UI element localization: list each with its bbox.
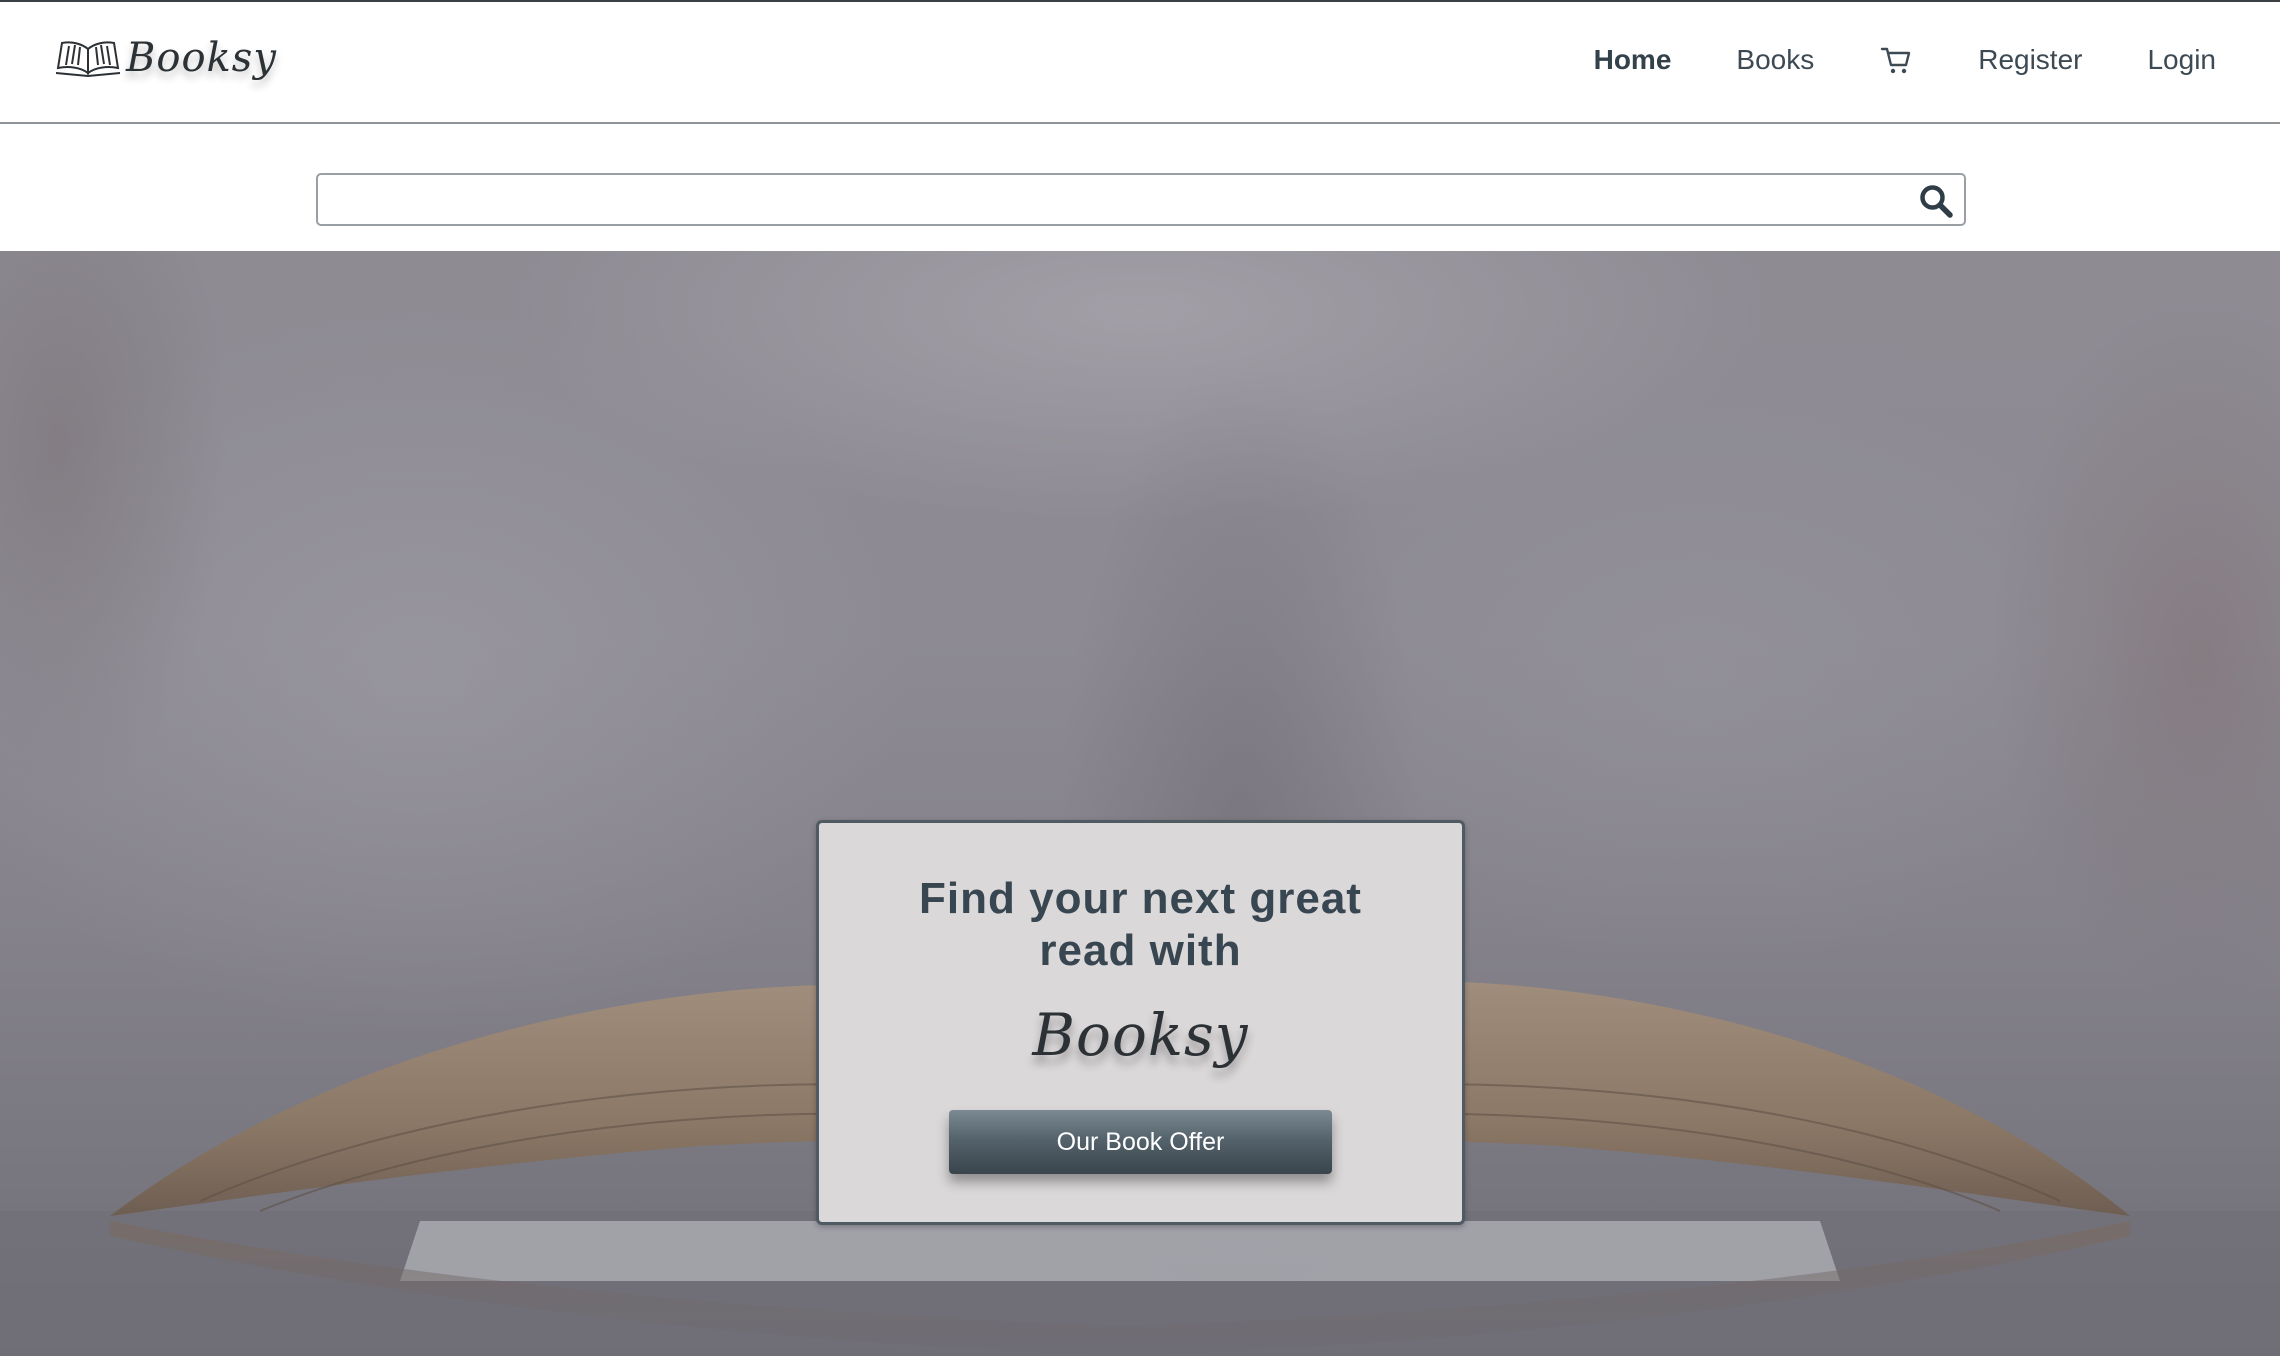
nav-books-link[interactable]: Books (1736, 38, 1814, 82)
search-input[interactable] (328, 181, 1888, 218)
top-navbar: Booksy Home Books Register Login (0, 0, 2280, 124)
open-book-logo-icon (55, 41, 121, 78)
hero-title: Find your next great read with (919, 874, 1362, 975)
hero-card: Find your next great read with Booksy Ou… (816, 820, 1465, 1225)
nav-register-link[interactable]: Register (1978, 38, 2082, 82)
search-section (0, 124, 2280, 251)
nav-login-link[interactable]: Login (2147, 38, 2216, 82)
nav-links: Home Books Register Login (1529, 38, 2216, 82)
book-offer-button[interactable]: Our Book Offer (949, 1110, 1332, 1174)
search-box (316, 173, 1966, 226)
nav-cart-link[interactable] (1879, 43, 1913, 77)
hero-banner: Find your next great read with Booksy Ou… (0, 251, 2280, 1356)
search-icon[interactable] (1918, 183, 1954, 219)
hero-brand-name: Booksy (1032, 1001, 1249, 1069)
shopping-cart-icon (1881, 47, 1911, 74)
brand-logo-link[interactable]: Booksy (54, 28, 277, 88)
brand-name: Booksy (126, 35, 277, 81)
nav-home-link[interactable]: Home (1594, 38, 1672, 82)
